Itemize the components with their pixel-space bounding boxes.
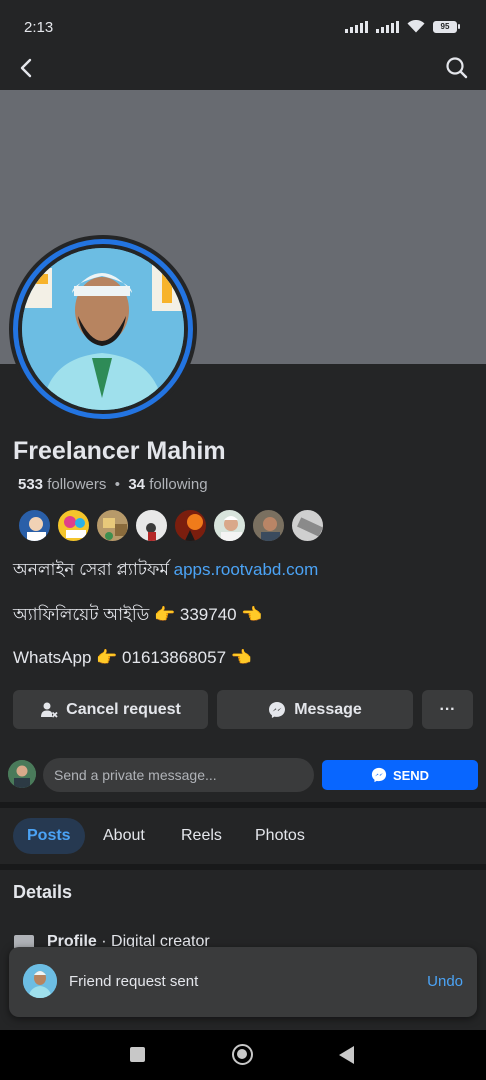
- home-icon[interactable]: [232, 1044, 253, 1065]
- top-bar: [0, 48, 486, 88]
- follower-avatar[interactable]: [134, 508, 169, 543]
- bio-line-3: WhatsApp 👉 01613868057 👈: [13, 648, 252, 667]
- following-count: 34: [128, 476, 146, 493]
- status-icons: 95: [345, 20, 460, 33]
- profile-tabs: Posts About Reels Photos: [0, 808, 486, 864]
- status-time: 2:13: [24, 19, 54, 36]
- more-options-button[interactable]: ···: [422, 690, 473, 729]
- battery-icon: 95: [433, 20, 460, 33]
- friend-request-toast: Friend request sent Undo: [9, 947, 477, 1017]
- follower-avatar[interactable]: [290, 508, 325, 543]
- cancel-request-button[interactable]: Cancel request: [13, 690, 208, 729]
- send-button[interactable]: SEND: [322, 760, 478, 790]
- back-arrow-icon[interactable]: [14, 54, 40, 82]
- back-icon[interactable]: [339, 1046, 354, 1064]
- follower-avatar[interactable]: [17, 508, 52, 543]
- bio-line-1: অনলাইন সেরা প্ল্যাটফর্ম apps.rootvabd.co…: [13, 557, 318, 585]
- follow-stats[interactable]: 533 followers • 34 following: [18, 476, 208, 493]
- tab-about[interactable]: About: [103, 818, 145, 854]
- undo-button[interactable]: Undo: [427, 973, 463, 990]
- private-message-row: Send a private message... SEND: [0, 758, 486, 792]
- story-ring: [13, 239, 193, 419]
- toast-message: Friend request sent: [69, 973, 199, 990]
- follower-avatar[interactable]: [56, 508, 91, 543]
- user-cancel-icon: [41, 702, 58, 718]
- more-dots-icon: ···: [439, 700, 456, 718]
- toast-avatar: [23, 964, 57, 998]
- battery-level: 95: [440, 22, 450, 31]
- messenger-icon: [269, 701, 286, 718]
- follower-avatar[interactable]: [173, 508, 208, 543]
- follower-avatar[interactable]: [251, 508, 286, 543]
- bio-text: অনলাইন সেরা প্ল্যাটফর্ম: [13, 560, 169, 579]
- follower-avatars[interactable]: [17, 508, 329, 543]
- bio-line-2: অ্যাফিলিয়েট আইডি 👉 339740 👈: [13, 605, 263, 624]
- followers-count: 533: [18, 476, 44, 493]
- section-divider: [0, 864, 486, 870]
- private-message-input[interactable]: Send a private message...: [43, 758, 314, 792]
- message-label: Message: [294, 700, 362, 718]
- stats-separator: •: [114, 476, 120, 493]
- send-label: SEND: [392, 767, 430, 783]
- details-heading: Details: [13, 882, 73, 902]
- signal-icon: [345, 20, 368, 33]
- search-icon[interactable]: [444, 54, 470, 82]
- message-button[interactable]: Message: [217, 690, 413, 729]
- system-nav-bar: [0, 1030, 486, 1080]
- profile-photo: [22, 248, 184, 410]
- following-label: following: [149, 476, 208, 493]
- cancel-request-label: Cancel request: [66, 700, 181, 718]
- tab-reels[interactable]: Reels: [181, 818, 222, 854]
- tab-photos[interactable]: Photos: [255, 818, 305, 854]
- bio-link[interactable]: apps.rootvabd.com: [174, 560, 319, 579]
- followers-label: followers: [47, 476, 107, 493]
- profile-name: Freelancer Mahim: [13, 437, 226, 465]
- messenger-icon: [371, 767, 387, 783]
- profile-avatar[interactable]: [9, 235, 197, 423]
- tab-posts[interactable]: Posts: [13, 818, 85, 854]
- profile-photo-illustration: [22, 248, 184, 410]
- follower-avatar[interactable]: [95, 508, 130, 543]
- recents-icon[interactable]: [130, 1047, 145, 1062]
- my-avatar: [8, 760, 36, 788]
- wifi-icon: [407, 20, 425, 33]
- follower-avatar[interactable]: [212, 508, 247, 543]
- signal-icon: [376, 20, 399, 33]
